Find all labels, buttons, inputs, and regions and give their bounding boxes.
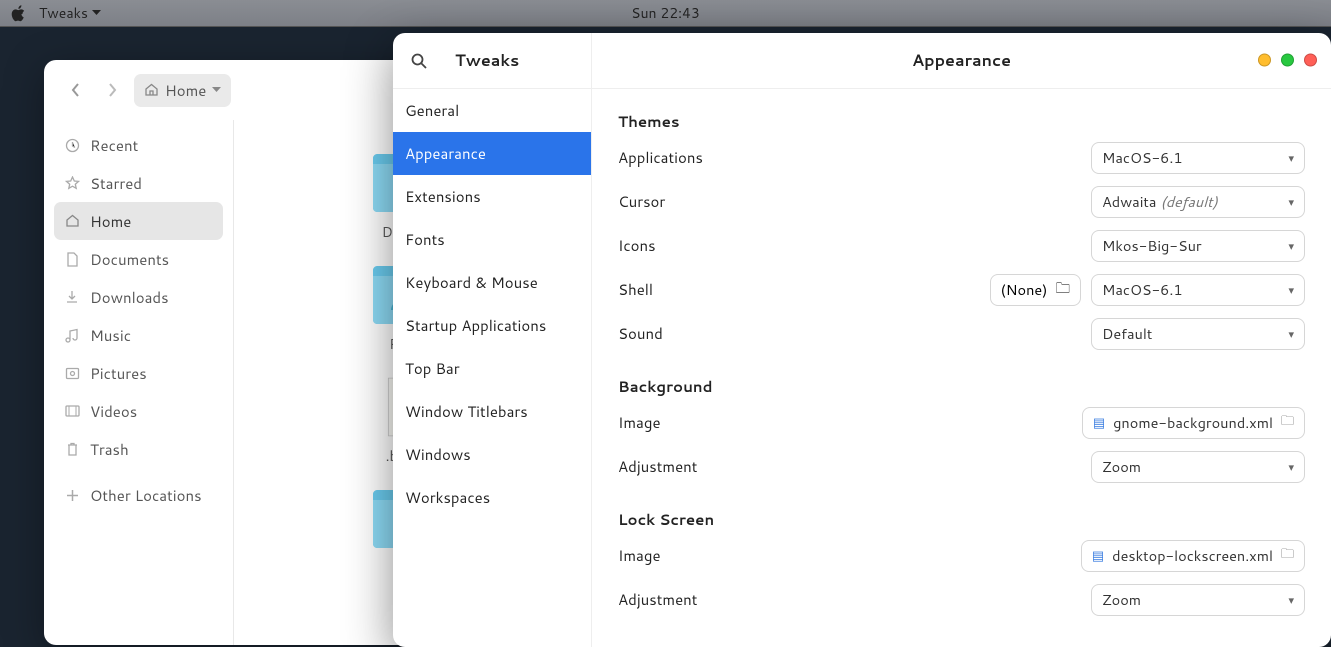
chevron-down-icon: ▾: [1288, 194, 1294, 210]
search-button[interactable]: [411, 53, 427, 69]
home-icon: [64, 213, 80, 229]
row-bg-image: Image ▤ gnome-background.xml 🗀: [618, 407, 1305, 439]
category-general[interactable]: General: [393, 89, 591, 132]
app-menu[interactable]: Tweaks: [39, 3, 101, 23]
video-icon: [64, 403, 80, 419]
row-lock-image: Image ▤ desktop-lockscreen.xml 🗀: [618, 540, 1305, 572]
applications-dropdown[interactable]: MacOS-6.1 ▾: [1091, 142, 1305, 174]
chevron-down-icon: ▾: [1288, 282, 1294, 298]
sidebar-item-documents[interactable]: Documents: [54, 240, 223, 278]
sidebar-item-videos[interactable]: Videos: [54, 392, 223, 430]
category-keyboard-mouse[interactable]: Keyboard & Mouse: [393, 261, 591, 304]
row-shell: Shell (None) 🗀 MacOS-6.1 ▾: [618, 274, 1305, 306]
category-fonts[interactable]: Fonts: [393, 218, 591, 261]
sidebar-item-recent[interactable]: Recent: [54, 126, 223, 164]
sidebar-item-home[interactable]: Home: [54, 202, 223, 240]
search-icon: [411, 53, 427, 69]
chevron-down-icon: ▾: [1288, 592, 1294, 608]
row-applications: Applications MacOS-6.1 ▾: [618, 142, 1305, 174]
download-icon: [64, 289, 80, 305]
sidebar-item-pictures[interactable]: Pictures: [54, 354, 223, 392]
location-label: Home: [165, 80, 206, 101]
cursor-dropdown[interactable]: Adwaita (default) ▾: [1091, 186, 1305, 218]
sidebar-item-music[interactable]: Music: [54, 316, 223, 354]
folder-icon: 🗀: [1281, 412, 1294, 434]
folder-icon: 🗀: [1281, 545, 1294, 567]
lockscreen-adjustment-dropdown[interactable]: Zoom ▾: [1091, 584, 1305, 616]
file-icon: ▤: [1093, 414, 1105, 432]
file-icon: ▤: [1092, 547, 1104, 565]
chevron-down-icon: ▾: [1288, 150, 1294, 166]
picture-icon: [64, 365, 80, 381]
sound-dropdown[interactable]: Default ▾: [1091, 318, 1305, 350]
close-button[interactable]: [1304, 54, 1317, 67]
clock-icon: [64, 137, 80, 153]
tweaks-sidebar: Tweaks General Appearance Extensions Fon…: [393, 33, 592, 647]
tweaks-body: Themes Applications MacOS-6.1 ▾ Cursor A…: [592, 89, 1331, 647]
folder-icon: 🗀: [1056, 277, 1071, 303]
tweaks-header: Appearance: [592, 33, 1331, 89]
page-title: Appearance: [912, 49, 1011, 72]
sidebar-item-other-locations[interactable]: Other Locations: [54, 476, 223, 514]
tweaks-sidebar-title: Tweaks: [455, 49, 519, 72]
menubar-clock[interactable]: Sun 22:43: [631, 3, 700, 23]
chevron-down-icon: ▾: [1288, 326, 1294, 342]
background-image-picker[interactable]: ▤ gnome-background.xml 🗀: [1082, 407, 1305, 439]
location-button[interactable]: Home: [134, 74, 231, 107]
sidebar-item-trash[interactable]: Trash: [54, 430, 223, 468]
app-menu-label: Tweaks: [39, 3, 88, 23]
top-menubar: Tweaks Sun 22:43: [0, 0, 1331, 27]
category-windows[interactable]: Windows: [393, 433, 591, 476]
row-cursor: Cursor Adwaita (default) ▾: [618, 186, 1305, 218]
lockscreen-image-picker[interactable]: ▤ desktop-lockscreen.xml 🗀: [1081, 540, 1305, 572]
files-sidebar: Recent Starred Home Documents Downloads …: [44, 120, 234, 645]
star-icon: [64, 175, 80, 191]
tweaks-category-list: General Appearance Extensions Fonts Keyb…: [393, 89, 591, 519]
chevron-down-icon: ▾: [1288, 459, 1294, 475]
category-window-titlebars[interactable]: Window Titlebars: [393, 390, 591, 433]
category-extensions[interactable]: Extensions: [393, 175, 591, 218]
row-lock-adjustment: Adjustment Zoom ▾: [618, 584, 1305, 616]
maximize-button[interactable]: [1281, 54, 1294, 67]
shell-file-picker[interactable]: (None) 🗀: [990, 274, 1081, 306]
chevron-down-icon: [92, 10, 101, 16]
chevron-down-icon: ▾: [1288, 238, 1294, 254]
home-icon: [144, 83, 159, 97]
tweaks-content: Appearance Themes Applications MacOS-6.1…: [592, 33, 1331, 647]
section-themes-title: Themes: [618, 111, 1305, 132]
category-workspaces[interactable]: Workspaces: [393, 476, 591, 519]
window-controls: [1258, 54, 1317, 67]
plus-icon: [64, 487, 80, 503]
music-icon: [64, 327, 80, 343]
minimize-button[interactable]: [1258, 54, 1271, 67]
category-top-bar[interactable]: Top Bar: [393, 347, 591, 390]
nav-forward-button[interactable]: [98, 76, 126, 104]
document-icon: [64, 251, 80, 267]
category-startup-applications[interactable]: Startup Applications: [393, 304, 591, 347]
background-adjustment-dropdown[interactable]: Zoom ▾: [1091, 451, 1305, 483]
sidebar-item-downloads[interactable]: Downloads: [54, 278, 223, 316]
chevron-down-icon: [212, 87, 221, 93]
row-sound: Sound Default ▾: [618, 318, 1305, 350]
tweaks-window: Tweaks General Appearance Extensions Fon…: [393, 33, 1331, 647]
section-background-title: Background: [618, 376, 1305, 397]
row-icons: Icons Mkos-Big-Sur ▾: [618, 230, 1305, 262]
row-bg-adjustment: Adjustment Zoom ▾: [618, 451, 1305, 483]
tweaks-sidebar-header: Tweaks: [393, 33, 591, 89]
nav-back-button[interactable]: [62, 76, 90, 104]
icons-dropdown[interactable]: Mkos-Big-Sur ▾: [1091, 230, 1305, 262]
category-appearance[interactable]: Appearance: [393, 132, 591, 175]
shell-dropdown[interactable]: MacOS-6.1 ▾: [1091, 274, 1305, 306]
section-lockscreen-title: Lock Screen: [618, 509, 1305, 530]
trash-icon: [64, 441, 80, 457]
apple-icon[interactable]: [10, 5, 25, 22]
sidebar-item-starred[interactable]: Starred: [54, 164, 223, 202]
